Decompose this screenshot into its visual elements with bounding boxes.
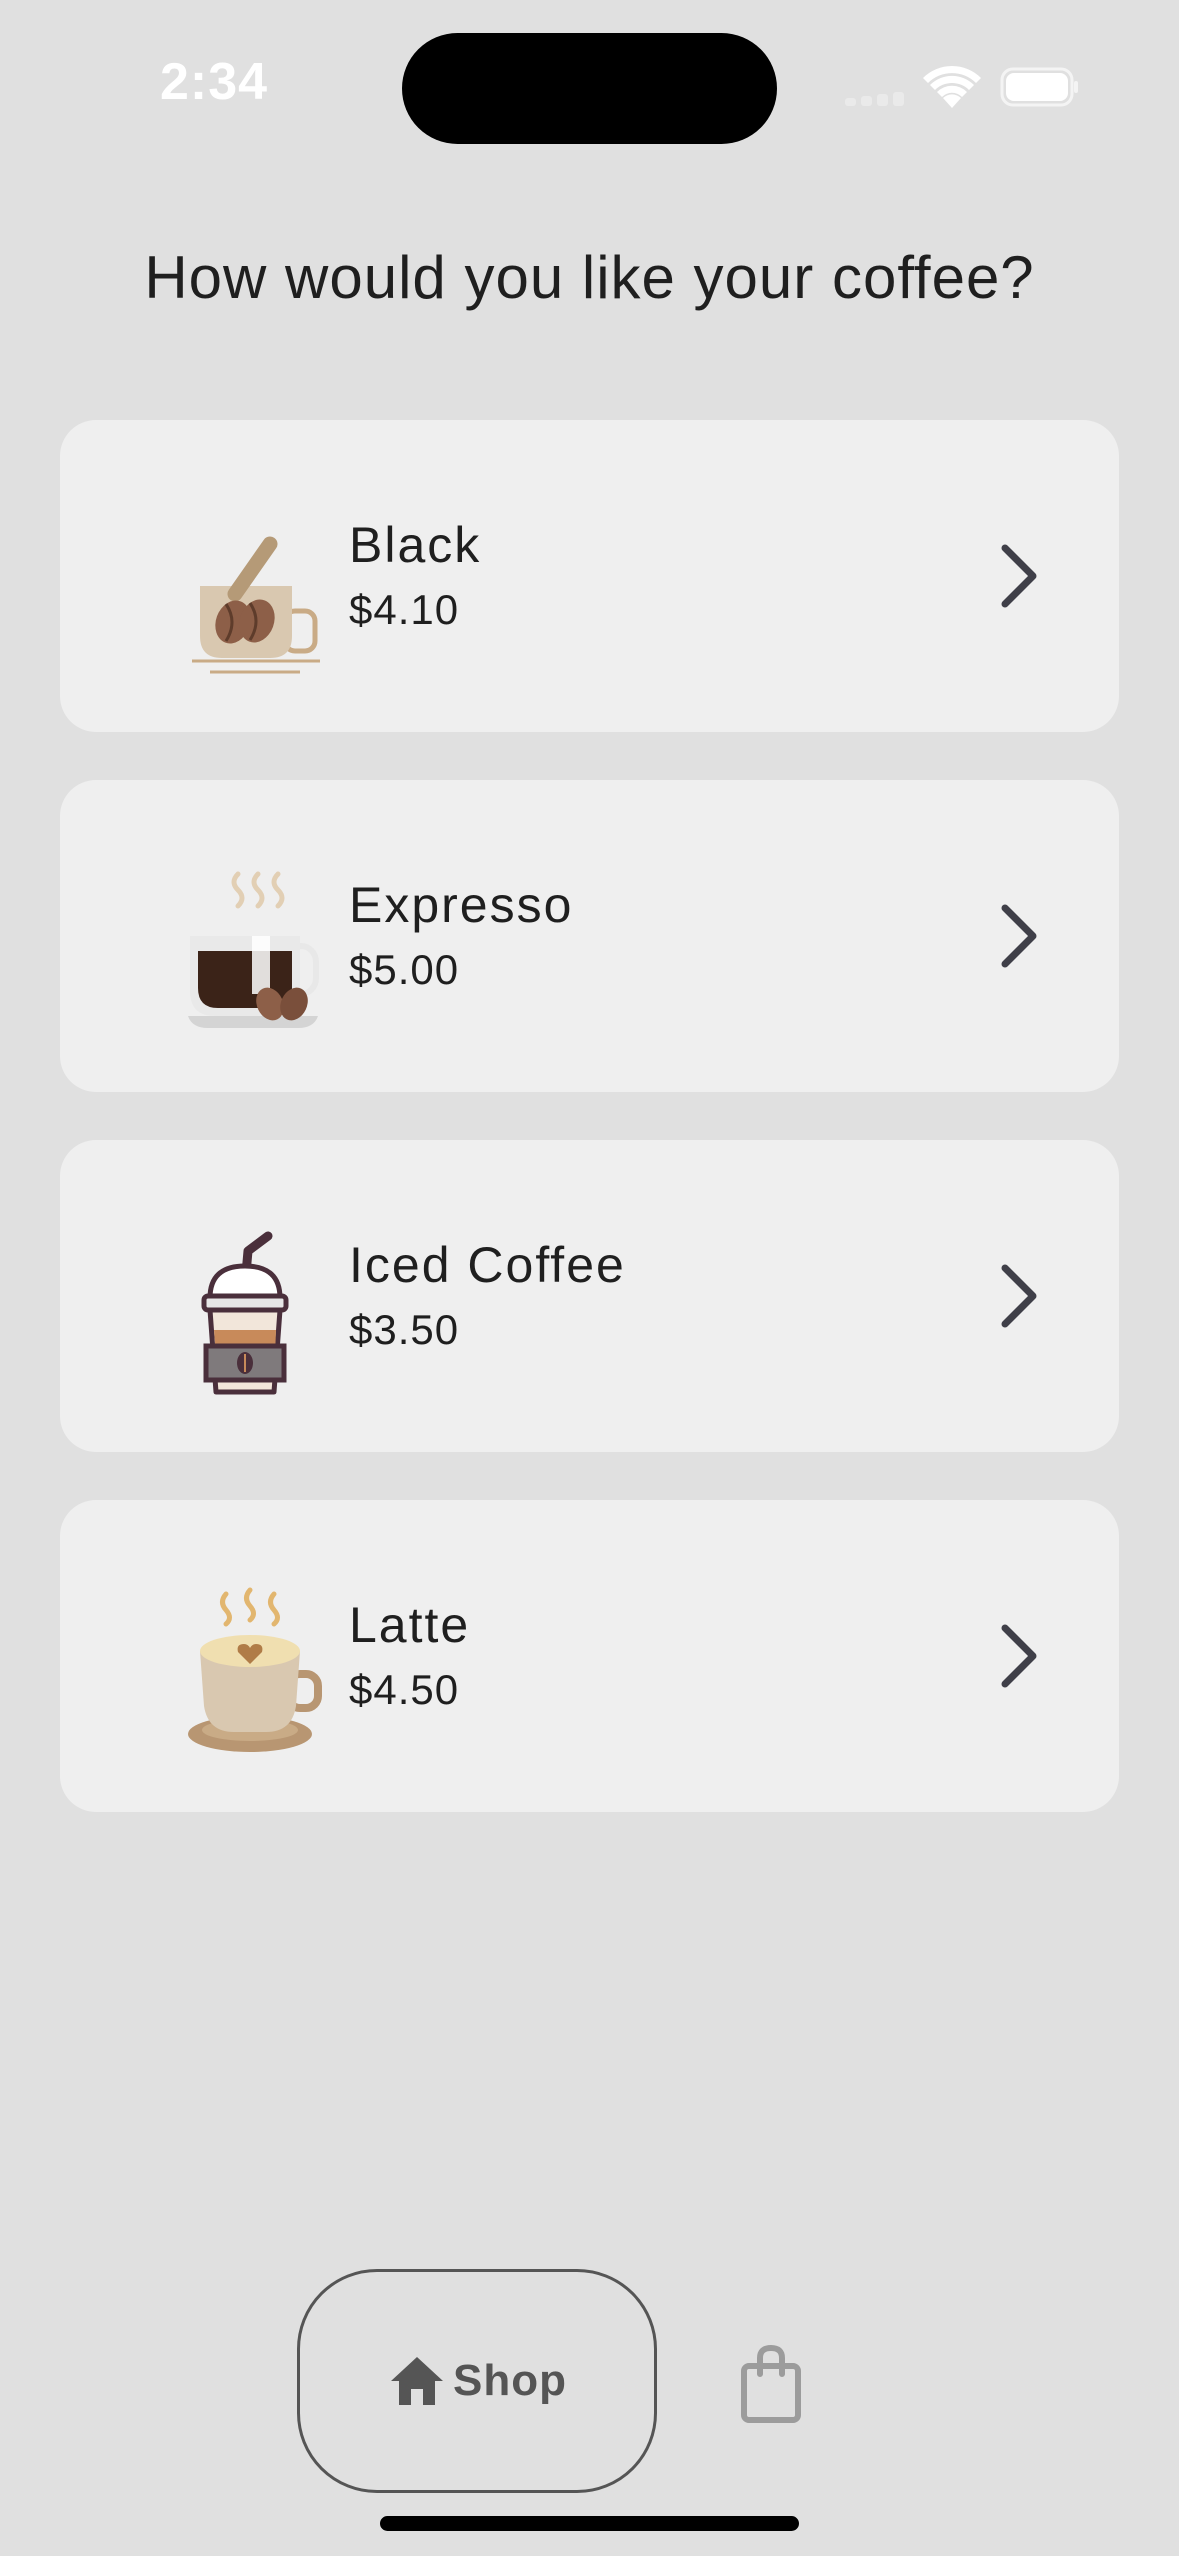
coffee-price: $3.50 xyxy=(349,1306,460,1353)
coffee-item-black[interactable]: Black $4.10 xyxy=(60,420,1119,732)
coffee-price: $4.10 xyxy=(349,586,460,633)
status-time: 2:34 xyxy=(160,53,269,111)
chevron-right-icon xyxy=(1001,1264,1037,1328)
coffee-name: Expresso xyxy=(349,877,574,933)
chevron-right-icon xyxy=(1001,904,1037,968)
iced-coffee-icon xyxy=(201,1231,289,1395)
cellular-signal-icon xyxy=(845,90,905,106)
wifi-icon xyxy=(923,65,981,108)
page-title: How would you like your coffee? xyxy=(144,244,1035,311)
chevron-right-icon xyxy=(1001,1624,1037,1688)
coffee-name: Latte xyxy=(349,1597,471,1653)
status-bar: 2:34 xyxy=(0,0,1179,180)
black-coffee-icon xyxy=(192,536,320,674)
coffee-name: Iced Coffee xyxy=(349,1237,626,1293)
chevron-right-icon xyxy=(1001,544,1037,608)
coffee-price: $4.50 xyxy=(349,1666,460,1713)
coffee-list: Black $4.10 Expresso $5.00 Iced Coffee $… xyxy=(60,420,1119,1860)
home-indicator[interactable] xyxy=(380,2516,799,2531)
coffee-item-iced-coffee[interactable]: Iced Coffee $3.50 xyxy=(60,1140,1119,1452)
nav-tab-shop[interactable]: Shop xyxy=(297,2269,657,2493)
coffee-price: $5.00 xyxy=(349,946,460,993)
coffee-item-latte[interactable]: Latte $4.50 xyxy=(60,1500,1119,1812)
latte-cup-icon xyxy=(188,1587,322,1752)
home-icon xyxy=(391,2357,443,2405)
coffee-item-expresso[interactable]: Expresso $5.00 xyxy=(60,780,1119,1092)
battery-icon xyxy=(1000,67,1078,107)
shopping-bag-icon[interactable] xyxy=(736,2344,806,2424)
bottom-nav: Shop xyxy=(0,2260,1179,2500)
nav-shop-label: Shop xyxy=(453,2356,567,2405)
dynamic-island xyxy=(402,33,777,144)
coffee-name: Black xyxy=(349,517,482,573)
espresso-cup-icon xyxy=(188,871,319,1028)
